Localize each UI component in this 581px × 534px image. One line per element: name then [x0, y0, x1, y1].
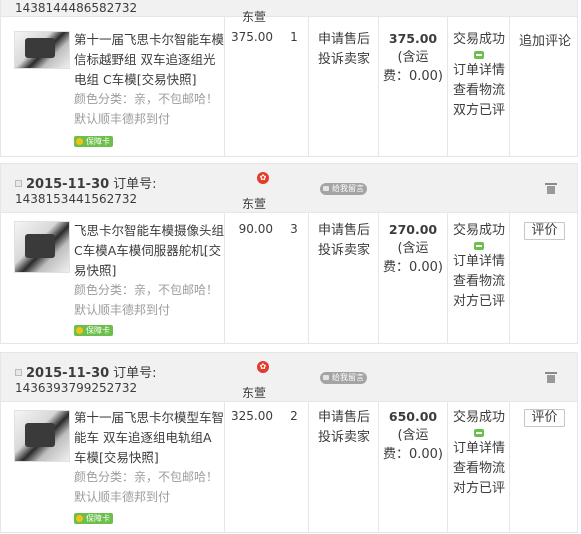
checkbox-icon[interactable]	[15, 180, 22, 187]
status-text: 交易成功	[452, 223, 505, 238]
quantity: 2	[290, 409, 298, 423]
guarantee-card-icon[interactable]: 保障卡	[74, 136, 113, 147]
trash-icon[interactable]	[545, 372, 557, 383]
view-logistics-link[interactable]: 查看物流	[450, 81, 508, 101]
shipping-note-1: (含运	[397, 50, 429, 65]
message-button[interactable]: 给我留言	[320, 372, 367, 384]
shop-badge-icon: ✿	[257, 172, 269, 184]
apply-after-sale-link[interactable]: 申请售后	[318, 408, 374, 428]
order-number: 1438153441562732	[15, 192, 138, 206]
checkbox-icon[interactable]	[15, 369, 22, 376]
after-sale-actions: 申请售后 投诉卖家	[318, 408, 374, 448]
order-card: 2015-11-30 订单号: 1438153441562732 ✿ 东萱 给我留…	[0, 163, 578, 344]
review-button[interactable]: 评价	[524, 222, 565, 240]
total-amount: 375.00	[388, 31, 438, 46]
sku-shipping: 默认顺丰德邦到付	[74, 303, 171, 317]
order-detail-link[interactable]: 订单详情	[450, 439, 508, 459]
apply-after-sale-link[interactable]: 申请售后	[318, 30, 374, 50]
review-status: 对方已评	[452, 294, 505, 309]
shop-name[interactable]: 东萱	[242, 195, 266, 212]
order-status: 交易成功 订单详情 查看物流 对方已评	[450, 221, 508, 312]
shop-badge-icon: ✿	[257, 361, 269, 373]
shop-name[interactable]: 东萱	[242, 384, 266, 401]
complain-seller-link[interactable]: 投诉卖家	[318, 428, 374, 448]
order-number-label: 订单号:	[113, 177, 157, 192]
shipping-note-2: 费：0.00)	[382, 447, 444, 462]
guarantee-card-icon[interactable]: 保障卡	[74, 513, 113, 524]
order-status: 交易成功 订单详情 查看物流 双方已评	[450, 30, 508, 121]
after-sale-actions: 申请售后 投诉卖家	[318, 221, 374, 261]
status-text: 交易成功	[452, 410, 505, 425]
sku-color: 颜色分类：亲，不包邮哈！	[74, 470, 219, 484]
product-thumbnail[interactable]	[14, 410, 70, 462]
quantity: 1	[290, 30, 298, 44]
product-title-link[interactable]: 第十一届飞思卡尔模型车智能车 双车追逐组电轨组A车模[交易快照]	[74, 408, 224, 468]
order-header: 1438144486582732 东萱	[1, 0, 577, 24]
guarantee-card-icon[interactable]: 保障卡	[74, 325, 113, 336]
shipping-note-1: (含运	[397, 241, 429, 256]
shipping-note-1: (含运	[397, 428, 429, 443]
complain-seller-link[interactable]: 投诉卖家	[318, 50, 374, 70]
review-status: 对方已评	[452, 481, 505, 496]
view-logistics-link[interactable]: 查看物流	[450, 459, 508, 479]
status-text: 交易成功	[452, 32, 505, 47]
unit-price: 325.00	[231, 409, 273, 423]
order-number-label: 订单号:	[113, 366, 157, 381]
order-date: 2015-11-30 订单号:	[15, 173, 157, 192]
sku-shipping: 默认顺丰德邦到付	[74, 112, 171, 126]
after-sale-actions: 申请售后 投诉卖家	[318, 30, 374, 70]
order-detail-link[interactable]: 订单详情	[450, 61, 508, 81]
shipping-note-2: 费：0.00)	[382, 260, 444, 275]
sku-shipping: 默认顺丰德邦到付	[74, 490, 171, 504]
product-title-link[interactable]: 第十一届飞思卡尔智能车模信标越野组 双车追逐组光电组 C车模[交易快照]	[74, 30, 224, 90]
shipping-note-2: 费：0.00)	[382, 69, 444, 84]
sku-color: 颜色分类：亲，不包邮哈！	[74, 283, 219, 297]
unit-price: 375.00	[231, 30, 273, 44]
message-button[interactable]: 给我留言	[320, 183, 367, 195]
view-logistics-link[interactable]: 查看物流	[450, 272, 508, 292]
order-item-row: 第十一届飞思卡尔模型车智能车 双车追逐组电轨组A车模[交易快照] 颜色分类：亲，…	[1, 402, 577, 533]
wangwang-chat-icon[interactable]	[474, 51, 484, 59]
order-header: 2015-11-30 订单号: 1436393799252732 ✿ 东萱 给我留…	[1, 353, 577, 402]
review-status: 双方已评	[452, 103, 505, 118]
wangwang-chat-icon[interactable]	[474, 429, 484, 437]
review-button[interactable]: 评价	[524, 409, 565, 427]
apply-after-sale-link[interactable]: 申请售后	[318, 221, 374, 241]
product-title-link[interactable]: 飞思卡尔智能车模摄像头组C车模A车模伺服器舵机[交易快照]	[74, 221, 224, 281]
order-number: 1436393799252732	[15, 381, 138, 395]
quantity: 3	[290, 222, 298, 236]
order-total: 270.00 (含运 费：0.00)	[382, 220, 444, 277]
order-item-row: 飞思卡尔智能车模摄像头组C车模A车模伺服器舵机[交易快照] 颜色分类：亲，不包邮…	[1, 213, 577, 344]
order-total: 375.00 (含运 费：0.00)	[382, 29, 444, 86]
order-item-row: 第十一届飞思卡尔智能车模信标越野组 双车追逐组光电组 C车模[交易快照] 颜色分…	[1, 17, 577, 157]
order-header: 2015-11-30 订单号: 1438153441562732 ✿ 东萱 给我留…	[1, 164, 577, 213]
order-card: 1438144486582732 东萱 第十一届飞思卡尔智能车模信标越野组 双车…	[0, 0, 578, 157]
product-thumbnail[interactable]	[14, 221, 70, 273]
unit-price: 90.00	[238, 222, 273, 236]
add-review-link[interactable]: 追加评论	[519, 30, 571, 49]
order-card: 2015-11-30 订单号: 1436393799252732 ✿ 东萱 给我留…	[0, 352, 578, 533]
order-date: 2015-11-30 订单号:	[15, 362, 157, 381]
order-status: 交易成功 订单详情 查看物流 对方已评	[450, 408, 508, 499]
complain-seller-link[interactable]: 投诉卖家	[318, 241, 374, 261]
sku-color: 颜色分类：亲，不包邮哈！	[74, 92, 219, 106]
wangwang-chat-icon[interactable]	[474, 242, 484, 250]
order-number: 1438144486582732	[15, 1, 138, 15]
total-amount: 270.00	[388, 222, 438, 237]
product-thumbnail[interactable]	[14, 31, 70, 69]
order-detail-link[interactable]: 订单详情	[450, 252, 508, 272]
order-total: 650.00 (含运 费：0.00)	[382, 407, 444, 464]
total-amount: 650.00	[388, 409, 438, 424]
trash-icon[interactable]	[545, 183, 557, 194]
